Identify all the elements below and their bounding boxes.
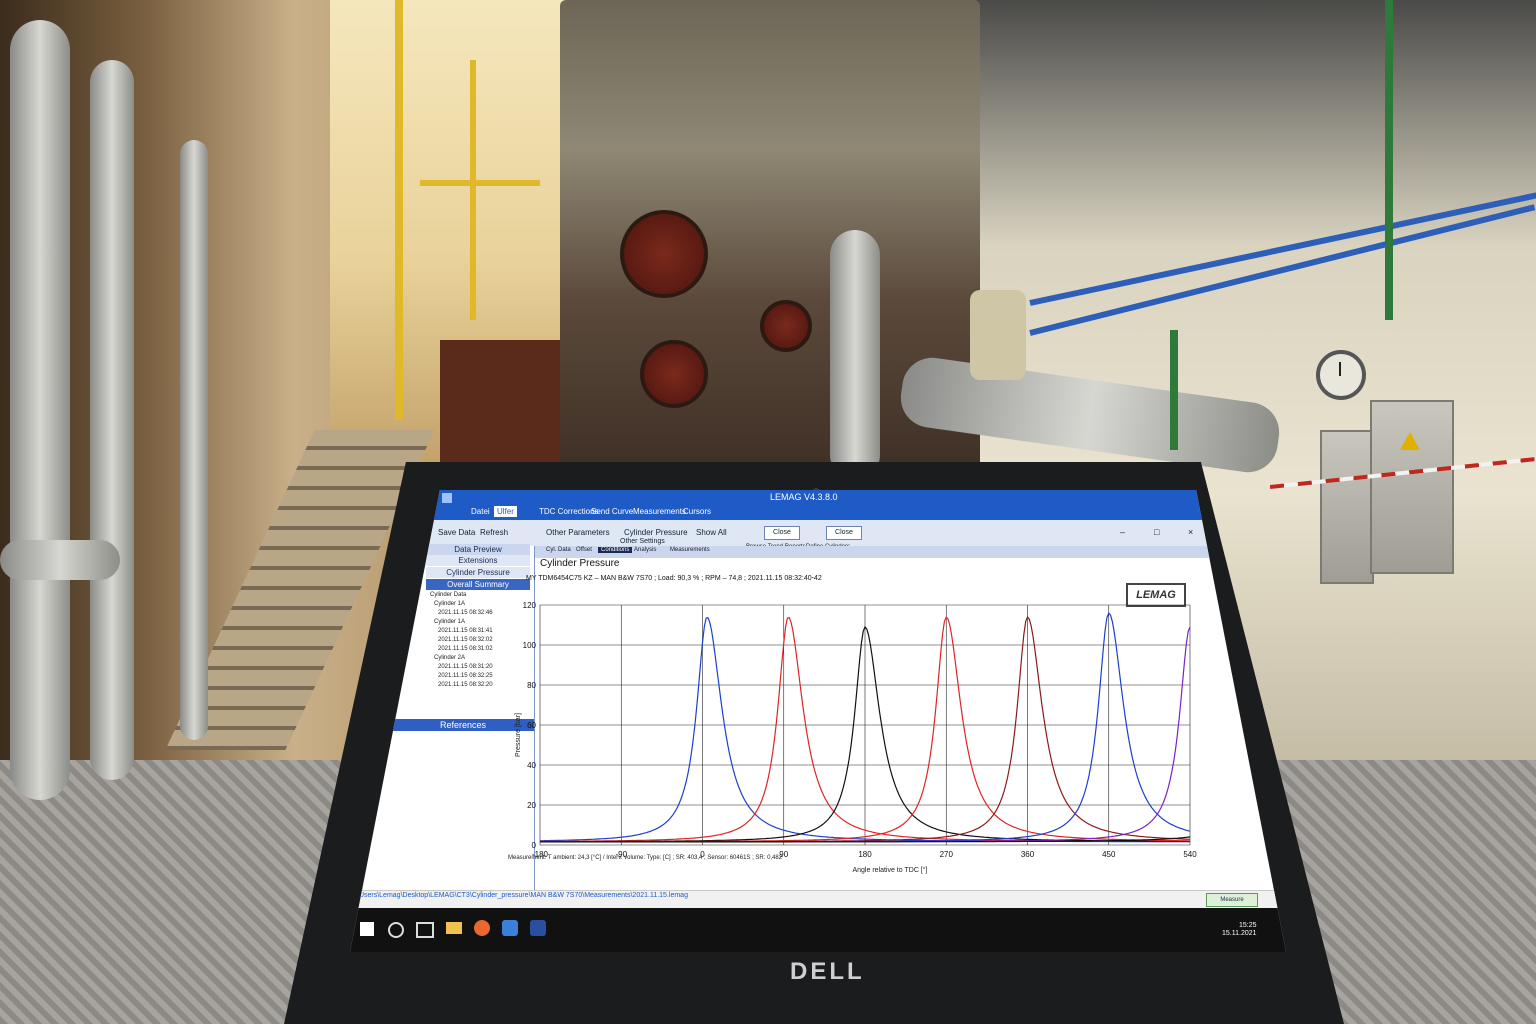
sidebar-header: Data Preview — [426, 544, 530, 555]
toolbar-item[interactable]: Cylinder Pressure — [624, 528, 688, 537]
cylinder-pressure-chart: -180 -90 0 90 180 270 360 450 540020406080100120… — [515, 601, 1197, 874]
maximize-button[interactable]: □ — [1154, 527, 1159, 537]
vertical-pipe — [10, 20, 70, 800]
yellow-handrail — [470, 60, 476, 320]
y-tick-label: 60 — [527, 721, 536, 730]
tree-item[interactable]: Cylinder Data — [430, 592, 466, 598]
tree-item[interactable]: Cylinder 1A — [434, 601, 465, 607]
toolbar-item[interactable]: Refresh — [480, 528, 508, 537]
minimize-button[interactable]: – — [1120, 527, 1125, 537]
app-icon[interactable] — [502, 920, 518, 936]
insulated-exhaust-pipe — [830, 230, 880, 480]
x-tick-label: 540 — [1183, 850, 1197, 859]
task-view-icon[interactable] — [416, 922, 434, 938]
toolbar-item[interactable]: Save Data — [438, 528, 475, 537]
tree-item[interactable]: 2021.11.15 08:32:25 — [438, 673, 493, 679]
y-tick-label: 20 — [527, 801, 536, 810]
menu-item[interactable]: Ulfer — [494, 506, 517, 517]
sidebar-section-cylinder-pressure[interactable]: Cylinder Pressure — [426, 567, 530, 578]
subtab[interactable]: Measurements — [670, 547, 710, 553]
tree-item[interactable]: 2021.11.15 08:32:20 — [438, 682, 493, 688]
laptop-screen: LEMAG V4.3.8.0 Datei Ulfer TDC Correctio… — [350, 490, 1286, 952]
app-icon — [442, 493, 452, 503]
x-tick-label: 450 — [1102, 850, 1116, 859]
close-button-label: Close — [835, 529, 853, 536]
windows-taskbar — [350, 908, 1286, 952]
electrical-cabinet — [1320, 430, 1374, 584]
close-window-button[interactable]: × — [1188, 527, 1193, 537]
tree-item[interactable]: Cylinder 1A — [434, 619, 465, 625]
tree-item[interactable]: 2021.11.15 08:32:46 — [438, 610, 493, 616]
lemag-app-icon[interactable] — [530, 920, 546, 936]
file-explorer-icon[interactable] — [446, 922, 462, 934]
yellow-handrail — [420, 180, 540, 186]
tree-item[interactable]: 2021.11.15 08:31:20 — [438, 664, 493, 670]
tree-item[interactable]: 2021.11.15 08:32:02 — [438, 637, 493, 643]
toolbar-item[interactable]: Other Parameters — [546, 528, 610, 537]
engine-cover-plate — [640, 340, 708, 408]
subtab[interactable]: Analysis — [634, 547, 656, 553]
gauge-needle — [1339, 362, 1341, 376]
y-tick-label: 100 — [523, 641, 537, 650]
y-tick-label: 120 — [523, 601, 537, 610]
toolbar-item[interactable]: Other Settings — [620, 538, 665, 545]
clock-date: 15.11.2021 — [1222, 930, 1257, 937]
start-icon[interactable] — [360, 922, 374, 936]
close-button[interactable]: Close — [764, 526, 800, 540]
tree-item[interactable]: Cylinder 2A — [434, 655, 465, 661]
insulated-pipe — [0, 540, 120, 580]
electrical-cabinet — [1370, 400, 1454, 574]
menu-item[interactable]: Cursors — [680, 506, 714, 517]
x-tick-label: 270 — [940, 850, 954, 859]
engine-cover-plate — [760, 300, 812, 352]
engine-cover-plate — [620, 210, 708, 298]
filter-canister — [970, 290, 1026, 380]
engine-casing — [440, 340, 560, 470]
close-button[interactable]: Close — [826, 526, 862, 540]
close-button-label: Close — [773, 529, 791, 536]
menu-item[interactable]: Send Curve — [588, 506, 636, 517]
toolbar-item[interactable]: Show All — [696, 528, 727, 537]
green-pipe — [1385, 0, 1393, 320]
references-tab[interactable]: References — [392, 719, 534, 731]
y-axis-label: Pressure [bar] — [515, 713, 522, 757]
clock-time: 15:25 — [1238, 922, 1257, 929]
measure-button[interactable]: Measure — [1206, 893, 1258, 907]
chart-grid — [539, 604, 1191, 846]
green-pipe — [1170, 330, 1178, 450]
yellow-handrail — [395, 0, 403, 420]
sidebar-section-extensions[interactable]: Extensions — [426, 555, 530, 566]
x-tick-label: 360 — [1021, 850, 1035, 859]
search-icon[interactable] — [388, 922, 404, 938]
window-title: LEMAG V4.3.8.0 — [770, 492, 838, 502]
file-path: C:\Users\Lemag\Desktop\LEMAG\CT3\Cylinde… — [350, 892, 688, 899]
dell-logo: DELL — [790, 958, 865, 985]
measurement-info: Measurement: T ambient: 24,3 [°C] / Inte… — [508, 855, 783, 861]
vertical-pipe — [90, 60, 134, 780]
tree-item[interactable]: 2021.11.15 08:31:41 — [438, 628, 493, 634]
vertical-pipe — [180, 140, 208, 740]
sidebar-section-overall-summary[interactable]: Overall Summary — [426, 579, 530, 590]
firefox-icon[interactable] — [474, 920, 490, 936]
subtab[interactable]: Cyl. Data — [546, 547, 571, 553]
x-tick-label: 180 — [858, 850, 872, 859]
subtab[interactable]: Offset — [576, 547, 592, 553]
chart-title: Cylinder Pressure — [540, 558, 620, 569]
y-tick-label: 80 — [527, 681, 536, 690]
pressure-gauge — [1316, 350, 1366, 400]
menu-item[interactable]: Datei — [468, 506, 493, 517]
tree-item[interactable]: 2021.11.15 08:31:02 — [438, 646, 493, 652]
warning-icon — [1400, 432, 1420, 450]
subtab-conditions[interactable]: Conditions — [598, 547, 633, 553]
y-tick-label: 0 — [532, 841, 537, 850]
chart-info-line: MY TDM6454C75 KZ – MAN B&W 7S70 ; Load: … — [526, 575, 822, 582]
x-axis-label: Angle relative to TDC [°] — [852, 866, 927, 874]
y-tick-label: 40 — [527, 761, 536, 770]
clock: 15:25 15.11.2021 — [1222, 922, 1257, 938]
